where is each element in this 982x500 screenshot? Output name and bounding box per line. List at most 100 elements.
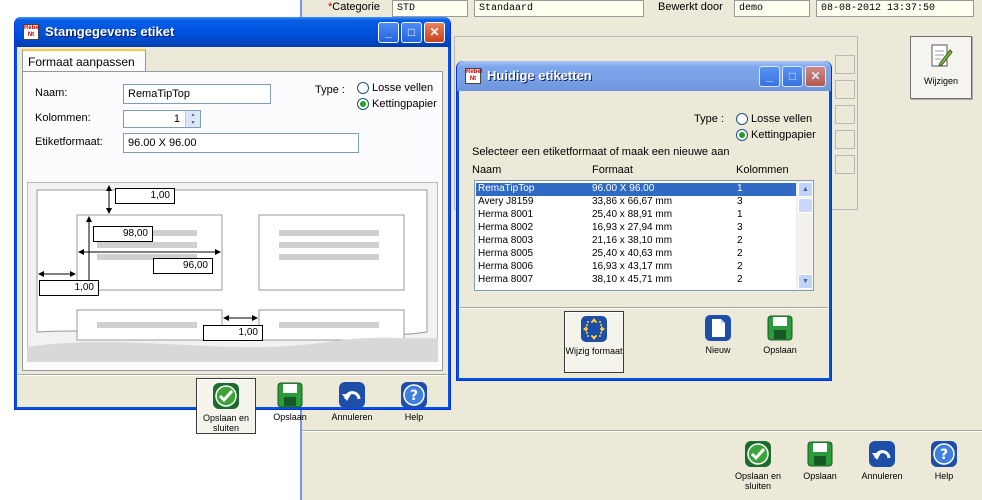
label-format-list[interactable]: RemaTipTop 96.00 X 96.00 1 Avery J8159 3… [474,180,814,291]
help-question-icon: ? [931,441,957,467]
tab-formaat-aanpassen[interactable]: Formaat aanpassen [22,49,146,72]
huidige-client: Type : Losse vellen Kettingpapier Select… [460,91,828,377]
label-height-value: 98,00 [93,226,153,242]
radio-circle-selected-icon [736,129,748,141]
main-save-button[interactable]: Opslaan [790,440,850,481]
list-item[interactable]: Herma 8003 21,16 x 38,10 mm 2 [476,235,797,248]
app-logo-icon: Rebel Nt [465,68,483,84]
column-header-columns: Kolommen [736,164,789,176]
edited-at-field[interactable]: 08-08-2012 13:37:50 [816,0,974,17]
minimize-button[interactable]: _ [378,22,399,43]
cancel-label: Annuleren [331,412,373,422]
columns-label: Kolommen: [35,112,91,124]
label-width-value: 96,00 [153,258,213,274]
list-item[interactable]: Herma 8007 38,10 x 45,71 mm 2 [476,274,797,287]
main-help-label: Help [934,471,954,481]
scroll-down-icon[interactable]: ▼ [798,274,813,289]
scroll-thumb[interactable] [798,198,813,213]
columns-stepper[interactable]: 1 ▲ ▼ [123,110,201,128]
svg-text:?: ? [410,388,418,404]
header-row: *Categorie STD Standaard Bewerkt door de… [302,0,982,18]
columns-value: 1 [173,113,180,125]
new-button[interactable]: Nieuw [688,314,748,355]
edited-by-label: Bewerkt door [658,1,723,13]
type-radio-kettingpapier[interactable]: Kettingpapier [357,98,437,110]
cancel-button[interactable]: Annuleren [322,381,382,422]
stamgegevens-title: Stamgegevens etiket [45,24,175,39]
horizontal-gap-value: 1,00 [203,325,263,341]
save-label: Opslaan [763,345,797,355]
details-field[interactable] [835,80,855,99]
list-item[interactable]: Herma 8005 25,40 x 40,63 mm 2 [476,248,797,261]
list-item[interactable]: Avery J8159 33,86 x 66,67 mm 3 [476,196,797,209]
stamgegevens-client: Formaat aanpassen Naam: RemaTipTop Kolom… [18,47,447,434]
stamgegevens-titlebar[interactable]: Rebel Nt Stamgegevens etiket _ □ ✕ [15,17,450,47]
list-item[interactable]: Herma 8001 25,40 x 88,91 mm 1 [476,209,797,222]
app-logo-icon: Rebel Nt [23,24,41,40]
type-label: Type : [694,113,724,125]
floppy-disk-icon [807,441,833,467]
button-separator [460,307,828,309]
name-input[interactable]: RemaTipTop [123,84,271,104]
list-item[interactable]: Herma 8002 16,93 x 27,94 mm 3 [476,222,797,235]
category-name-field[interactable]: Standaard [474,0,644,17]
edit-document-icon [931,44,953,67]
list-scrollbar[interactable]: ▲ ▼ [796,181,813,290]
type-radio-kettingpapier[interactable]: Kettingpapier [736,129,816,141]
format-label: Etiketformaat: [35,136,103,148]
details-field[interactable] [835,105,855,124]
resize-handles-icon [581,316,607,342]
check-icon [213,383,239,409]
category-label: *Categorie [328,1,380,13]
huidige-etiketten-window: Rebel Nt Huidige etiketten _ □ ✕ Type : L… [456,61,832,381]
main-cancel-button[interactable]: Annuleren [852,440,912,481]
maximize-button[interactable]: □ [401,22,422,43]
edited-by-field[interactable]: demo [734,0,810,17]
details-field[interactable] [835,130,855,149]
minimize-button[interactable]: _ [759,66,780,87]
edit-button-label: Wijzigen [923,76,958,86]
scroll-up-icon[interactable]: ▲ [798,182,813,197]
stepper-arrows-icon[interactable]: ▲ ▼ [185,111,200,127]
toolbar-separator [302,430,982,432]
undo-arrow-icon [869,441,895,467]
radio-circle-icon [736,113,748,125]
edit-format-button[interactable]: Wijzig formaat [564,311,624,373]
close-button[interactable]: ✕ [424,22,445,43]
top-margin-value: 1,00 [115,188,175,204]
save-label: Opslaan [273,412,307,422]
help-button[interactable]: ? Help [384,381,444,422]
radio-circle-icon [357,82,369,94]
close-button[interactable]: ✕ [805,66,826,87]
huidige-title: Huidige etiketten [487,68,592,83]
edit-button[interactable]: Wijzigen [910,36,972,99]
main-save-close-label: Opslaan en sluiten [734,471,782,491]
save-close-button[interactable]: Opslaan en sluiten [196,378,256,434]
svg-text:?: ? [940,447,948,463]
huidige-titlebar[interactable]: Rebel Nt Huidige etiketten _ □ ✕ [457,61,831,91]
left-margin-value: 1,00 [39,280,99,296]
name-label: Naam: [35,87,68,99]
list-item[interactable]: Herma 8006 16,93 x 43,17 mm 2 [476,261,797,274]
category-code-field[interactable]: STD [392,0,468,17]
save-close-label: Opslaan en sluiten [202,413,250,433]
type-radio-losse-vellen[interactable]: Losse vellen [357,82,433,94]
main-help-button[interactable]: ? Help [914,440,974,481]
maximize-button[interactable]: □ [782,66,803,87]
details-field[interactable] [835,155,855,174]
save-button[interactable]: Opslaan [260,381,320,422]
radio-label: Losse vellen [751,113,813,125]
formaat-tab-panel: Naam: RemaTipTop Kolommen: 1 ▲ ▼ Etiketfo… [22,71,443,371]
list-item[interactable]: RemaTipTop 96.00 X 96.00 1 [476,183,797,196]
save-button[interactable]: Opslaan [750,314,810,355]
details-field[interactable] [835,55,855,74]
format-input[interactable]: 96.00 X 96.00 [123,133,359,153]
help-question-icon: ? [401,382,427,408]
new-label: Nieuw [705,345,731,355]
main-cancel-label: Annuleren [861,471,903,481]
main-save-close-button[interactable]: Opslaan en sluiten [728,440,788,491]
stamgegevens-window: Rebel Nt Stamgegevens etiket _ □ ✕ Formaa… [14,17,451,434]
type-radio-losse-vellen[interactable]: Losse vellen [736,113,812,125]
help-label: Help [404,412,424,422]
edit-format-label: Wijzig formaat [565,346,623,356]
